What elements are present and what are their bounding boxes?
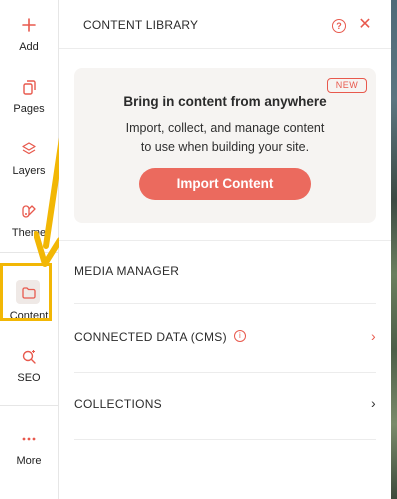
import-content-button[interactable]: Import Content bbox=[139, 168, 311, 200]
content-library-panel: CONTENT LIBRARY ? ✕ NEW Bring in content… bbox=[59, 0, 391, 499]
import-promo-card: NEW Bring in content from anywhere Impor… bbox=[74, 68, 376, 223]
chevron-right-icon: › bbox=[371, 328, 376, 344]
section-divider bbox=[74, 439, 376, 440]
card-description: Import, collect, and manage content to u… bbox=[74, 119, 376, 157]
rail-item-add[interactable]: Add bbox=[0, 4, 58, 62]
pages-icon bbox=[18, 76, 40, 98]
row-label: COLLECTIONS bbox=[74, 397, 162, 411]
rail-item-seo[interactable]: SEO bbox=[0, 335, 58, 393]
panel-header: CONTENT LIBRARY ? ✕ bbox=[59, 0, 391, 48]
media-manager-row[interactable]: MEDIA MANAGER bbox=[74, 261, 376, 281]
section-divider bbox=[74, 372, 376, 373]
collections-row[interactable]: COLLECTIONS › bbox=[74, 394, 376, 414]
connected-data-row[interactable]: CONNECTED DATA (CMS) i › bbox=[74, 327, 376, 347]
row-label: MEDIA MANAGER bbox=[74, 264, 180, 278]
canvas-background bbox=[391, 0, 397, 499]
close-icon[interactable]: ✕ bbox=[357, 17, 373, 33]
help-icon[interactable]: ? bbox=[332, 19, 346, 33]
card-desc-line: to use when building your site. bbox=[140, 140, 310, 154]
rail-item-pages[interactable]: Pages bbox=[0, 66, 58, 124]
seo-icon bbox=[18, 345, 40, 367]
section-divider bbox=[59, 240, 391, 241]
section-divider bbox=[74, 303, 376, 304]
plus-icon bbox=[18, 14, 40, 36]
row-label: CONNECTED DATA (CMS) bbox=[74, 330, 227, 344]
info-icon[interactable]: i bbox=[234, 330, 246, 342]
more-dots-icon bbox=[18, 428, 40, 450]
rail-item-label: SEO bbox=[17, 372, 41, 384]
rail-item-label: Pages bbox=[13, 103, 45, 115]
card-title: Bring in content from anywhere bbox=[123, 94, 327, 109]
header-divider bbox=[59, 48, 391, 49]
card-desc-line: Import, collect, and manage content bbox=[125, 121, 325, 135]
rail-divider bbox=[0, 405, 58, 406]
rail-item-more[interactable]: More bbox=[0, 418, 58, 476]
panel-title: CONTENT LIBRARY bbox=[83, 18, 199, 32]
new-badge: NEW bbox=[327, 78, 367, 93]
rail-item-label: Add bbox=[19, 41, 39, 53]
chevron-right-icon: › bbox=[371, 395, 376, 411]
rail-item-label: More bbox=[16, 455, 42, 467]
